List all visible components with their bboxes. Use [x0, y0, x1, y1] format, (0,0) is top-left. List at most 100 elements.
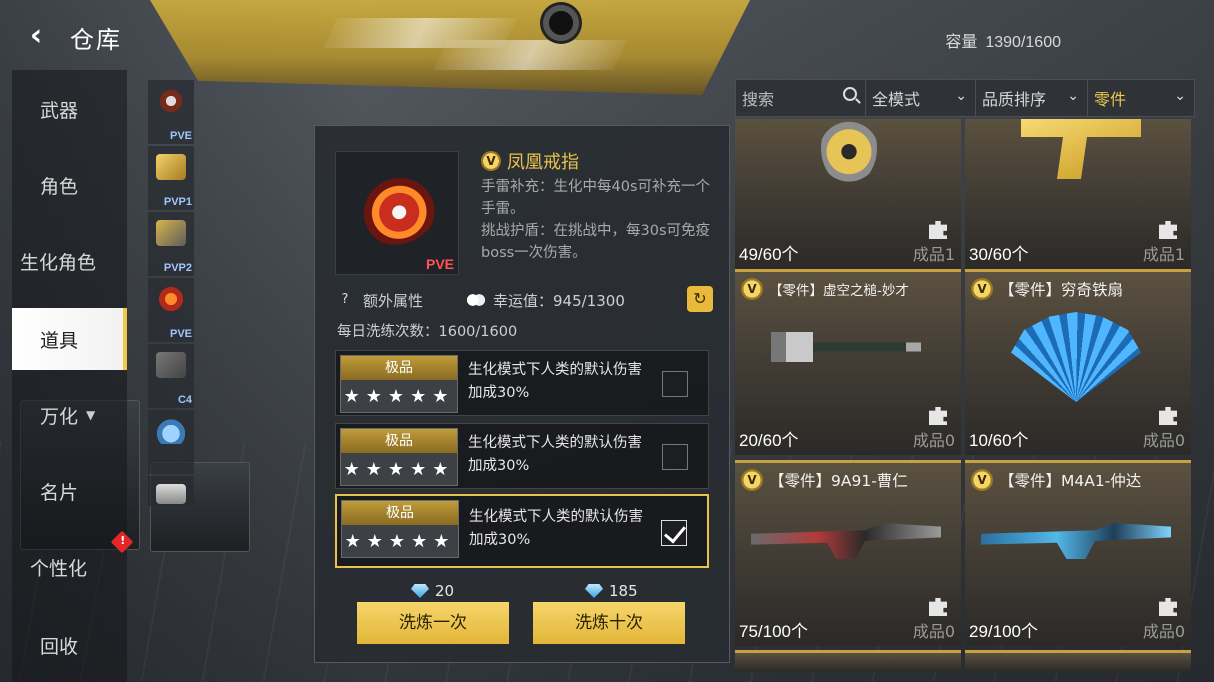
grade-v-icon: V [481, 151, 501, 171]
puzzle-piece-icon [929, 221, 947, 239]
extra-attr-label: 额外属性 [363, 291, 424, 310]
refine-ten-button[interactable]: 洗炼十次 [533, 602, 685, 644]
back-arrow-icon: ‹ [29, 17, 43, 53]
refine-checkbox-2[interactable] [662, 444, 688, 470]
page-title: 仓库 [70, 26, 122, 54]
search-icon [843, 87, 857, 101]
part-count: 75/100个 [739, 622, 808, 641]
refine-text: 生化模式下人类的默认伤害加成30% [468, 435, 642, 474]
card-title: V 【零件】穷奇铁扇 [971, 278, 1123, 300]
part-count: 29/100个 [969, 622, 1038, 641]
cost-once: 20 [411, 582, 454, 600]
sidebar-item-characters[interactable]: 角色 [12, 154, 127, 216]
pistol-part-image [1001, 119, 1151, 199]
slot-backpack[interactable] [148, 476, 194, 506]
part-count: 10/60个 [969, 431, 1029, 450]
sidebar-item-items[interactable]: 道具 [12, 308, 127, 370]
star-rating: ★★★★★ [343, 459, 455, 480]
slot-helmet[interactable] [148, 410, 194, 474]
inventory-card[interactable]: V 【零件】9A91-曹仁 75/100个 成品0 [735, 460, 961, 646]
grade-v-icon: V [971, 278, 993, 300]
sort-dropdown[interactable]: 品质排序 ⌄ [976, 80, 1088, 116]
grade-v-icon: V [971, 469, 993, 491]
ceiling-light [433, 40, 627, 70]
inventory-card[interactable]: 30/60个 成品1 [965, 119, 1191, 269]
chevron-down-icon: ⌄ [1067, 88, 1079, 104]
inventory-card[interactable]: 49/60个 成品1 [735, 119, 961, 269]
inventory-card[interactable]: V 【零件】M4A1-仲达 29/100个 成品0 [965, 460, 1191, 646]
refine-option-1[interactable]: 极品 ★★★★★ 生化模式下人类的默认伤害加成30% [335, 350, 709, 416]
inventory-card[interactable]: V 【零件】穷奇铁扇 10/60个 成品0 [965, 269, 1191, 455]
desc-line: 手雷补充：生化中每40s可补充一个手雷。 [481, 179, 711, 217]
type-filter-dropdown[interactable]: 零件 ⌄ [1088, 80, 1194, 116]
product-count: 成品0 [912, 431, 955, 450]
sidebar-item-personalize[interactable]: 个性化 [12, 536, 127, 598]
ring-icon [156, 286, 186, 312]
hammer-part-image [771, 312, 921, 392]
product-count: 成品0 [1142, 431, 1185, 450]
bullets-icon [156, 154, 186, 180]
search-input[interactable]: 搜索 [736, 80, 866, 116]
puzzle-piece-icon [929, 407, 947, 425]
ring-icon [156, 88, 186, 114]
product-count: 成品0 [912, 622, 955, 641]
clover-icon [465, 292, 488, 308]
mode-filter-dropdown[interactable]: 全模式 ⌄ [866, 80, 976, 116]
chevron-down-icon: ⌄ [1174, 88, 1186, 104]
equipment-slots: PVE PVP1 PVP2 PVE C4 [148, 80, 194, 508]
rifle-part-image [981, 503, 1171, 583]
slot-pve-2[interactable]: PVE [148, 278, 194, 342]
refine-checkbox-1[interactable] [662, 371, 688, 397]
slot-pvp2[interactable]: PVP2 [148, 212, 194, 276]
item-name: V 凤凰戒指 [481, 148, 579, 174]
capacity-label: 容量 [945, 34, 978, 51]
sidebar-item-wanhua[interactable]: 万化 ▼ [12, 384, 127, 446]
puzzle-piece-icon [1159, 407, 1177, 425]
inventory-card[interactable] [965, 650, 1191, 672]
lock-toggle-icon[interactable]: ↻ [687, 286, 713, 312]
sidebar-item-bio-characters[interactable]: 生化角色 [12, 230, 127, 292]
grenade-part-image [771, 119, 921, 199]
backpack-icon [156, 484, 186, 504]
rifle-part-image [751, 503, 941, 583]
refine-text: 生化模式下人类的默认伤害加成30% [469, 509, 643, 548]
inventory-card[interactable]: V 【零件】虚空之槌-妙才 20/60个 成品0 [735, 269, 961, 455]
chevron-down-icon: ⌄ [955, 88, 967, 104]
slot-pve[interactable]: PVE [148, 80, 194, 144]
desc-line: 挑战护盾：在挑战中，每30s可免疫boss一次伤害。 [481, 223, 711, 261]
gadget-icon [156, 220, 186, 246]
refine-checkbox-3[interactable] [661, 520, 687, 546]
helmet-icon [156, 418, 186, 444]
product-count: 成品0 [1142, 622, 1185, 641]
sidebar-item-weapons[interactable]: 武器 [12, 78, 127, 140]
grade-v-icon: V [741, 469, 763, 491]
item-thumbnail: PVE [335, 151, 459, 275]
refine-option-3[interactable]: 极品 ★★★★★ 生化模式下人类的默认伤害加成30% [335, 494, 709, 568]
cost-ten: 185 [585, 582, 638, 600]
help-icon[interactable]: ? [337, 292, 353, 308]
puzzle-piece-icon [1159, 221, 1177, 239]
slot-c4[interactable]: C4 [148, 344, 194, 408]
refine-text: 生化模式下人类的默认伤害加成30% [468, 362, 642, 401]
luck-value: 幸运值：945/1300 [493, 291, 625, 310]
sidebar-item-recycle[interactable]: 回收 [12, 614, 127, 676]
inventory-toolbar: 搜索 全模式 ⌄ 品质排序 ⌄ 零件 ⌄ [735, 79, 1195, 117]
star-rating: ★★★★★ [343, 386, 455, 407]
refine-once-button[interactable]: 洗炼一次 [357, 602, 509, 644]
grade-box: 极品 ★★★★★ [340, 428, 458, 486]
slot-pvp1[interactable]: PVP1 [148, 146, 194, 210]
capacity-indicator: 容量 1390/1600 [945, 28, 1069, 52]
c4-icon [156, 352, 186, 378]
grade-box: 极品 ★★★★★ [341, 500, 459, 558]
back-button[interactable]: ‹ [20, 17, 52, 53]
sidebar-item-cards[interactable]: 名片 [12, 460, 127, 522]
attribute-row: ? 额外属性 幸运值：945/1300 ↻ [337, 286, 713, 312]
product-count: 成品1 [1142, 245, 1185, 264]
fan-part-image [1001, 312, 1151, 402]
item-description: 手雷补充：生化中每40s可补充一个手雷。 挑战护盾：在挑战中，每30s可免疫bo… [481, 176, 721, 264]
refine-option-2[interactable]: 极品 ★★★★★ 生化模式下人类的默认伤害加成30% [335, 423, 709, 489]
diamond-icon [411, 584, 429, 598]
part-count: 20/60个 [739, 431, 799, 450]
card-title: V 【零件】9A91-曹仁 [741, 469, 908, 491]
inventory-card[interactable] [735, 650, 961, 672]
